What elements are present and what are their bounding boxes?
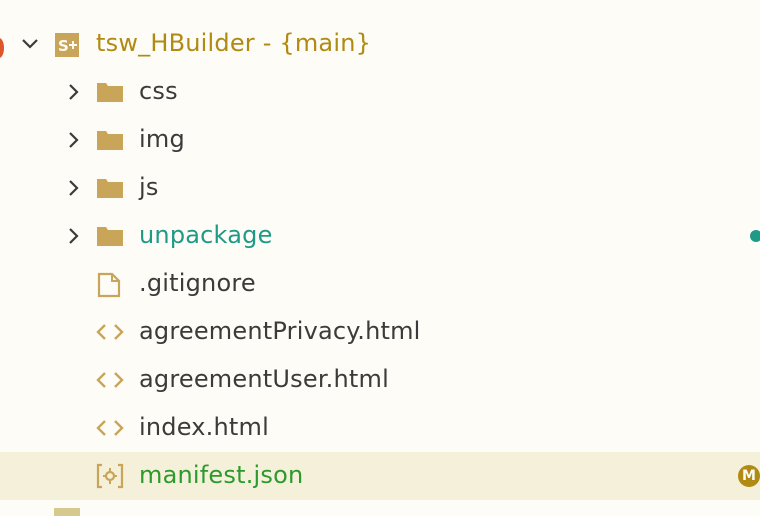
svg-text:S: S (58, 37, 69, 55)
tree-item-label: index.html (139, 413, 269, 441)
project-root-label: tsw_HBuilder - {main} (96, 29, 372, 57)
chevron-right-icon[interactable] (64, 178, 84, 198)
tree-item-label: css (139, 77, 178, 105)
uniapp-project-icon: S (55, 33, 79, 57)
chevron-right-icon[interactable] (64, 82, 84, 102)
tree-item-label: manifest.json (139, 461, 304, 489)
code-brackets-icon (96, 372, 124, 388)
chevron-down-icon[interactable] (20, 34, 40, 54)
project-root-row[interactable]: S tsw_HBuilder - {main} (0, 20, 760, 68)
tree-item-index[interactable]: index.html (0, 404, 760, 452)
tree-item-img[interactable]: img (0, 116, 760, 164)
chevron-right-icon[interactable] (64, 226, 84, 246)
tree-item-agreement-user[interactable]: agreementUser.html (0, 356, 760, 404)
tree-item-gitignore[interactable]: .gitignore (0, 260, 760, 308)
tree-item-label: agreementPrivacy.html (139, 317, 421, 345)
code-brackets-icon (96, 420, 124, 436)
next-item-fragment (54, 508, 80, 516)
folder-icon (97, 131, 123, 150)
tree-item-label: img (139, 125, 185, 153)
untracked-status-dot (750, 230, 760, 242)
tree-item-label: unpackage (139, 221, 273, 249)
tree-item-agreement-privacy[interactable]: agreementPrivacy.html (0, 308, 760, 356)
project-explorer: S tsw_HBuilder - {main} css img js unpac… (0, 0, 760, 516)
file-icon (97, 272, 121, 298)
tree-item-manifest[interactable]: manifest.json M (0, 452, 760, 500)
folder-icon (97, 83, 123, 102)
tree-item-label: .gitignore (139, 269, 256, 297)
code-brackets-icon (96, 324, 124, 340)
tree-item-js[interactable]: js (0, 164, 760, 212)
manifest-icon (96, 463, 124, 489)
tree-item-label: js (139, 173, 159, 201)
chevron-right-icon[interactable] (64, 130, 84, 150)
tree-item-css[interactable]: css (0, 68, 760, 116)
tree-item-unpackage[interactable]: unpackage (0, 212, 760, 260)
modified-status-badge: M (738, 465, 760, 487)
folder-icon (97, 227, 123, 246)
folder-icon (97, 179, 123, 198)
tree-item-label: agreementUser.html (139, 365, 389, 393)
